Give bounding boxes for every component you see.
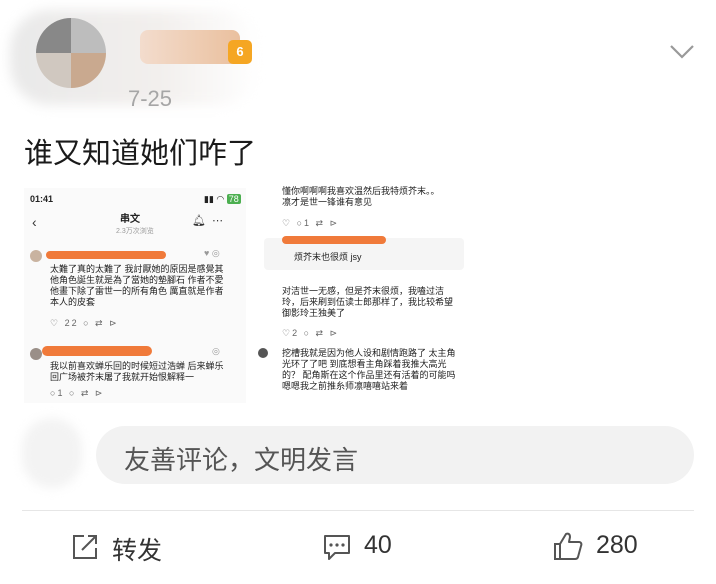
comment-count: 40	[364, 531, 392, 559]
avatar[interactable]	[36, 18, 106, 88]
heart-icon: ♥ ◎	[204, 248, 220, 258]
username-blurred[interactable]	[140, 30, 240, 64]
avatar	[30, 250, 42, 262]
comment-line: 回广场被芥末屠了我就开始恨解释一	[50, 372, 195, 382]
post-time: 7-25	[128, 86, 173, 111]
reply-count: 1	[304, 218, 312, 228]
avatar	[30, 348, 42, 360]
more-icon: ⋯	[212, 215, 223, 227]
status-icons: ▮▮ ◠ 78	[204, 194, 241, 204]
comment-line: 太難了真的太難了 我討厭她的原因是感覺其	[50, 264, 224, 274]
comment-placeholder: 友善评论，文明发言	[124, 445, 359, 475]
more-icon: ◎	[212, 346, 220, 356]
post-text: 谁又知道她们咋了	[24, 138, 257, 170]
repost-icon	[73, 535, 97, 559]
redaction-scribble	[282, 236, 386, 244]
comment-line: 挖槽我就是因为他人设和剧情跑路了 太主角	[282, 348, 456, 358]
back-icon: ‹	[32, 214, 37, 230]
comment-line: 他畫下除了雷世一的所有角色 厲直就是作者	[50, 286, 224, 296]
nav-title: 串文	[120, 214, 140, 225]
comment-line: 光环了了吧 到底想看主角踩着我推大高光	[282, 359, 447, 369]
like-count: 280	[596, 531, 638, 559]
comment-line: 的？ 配角斯在这个作品里还有活着的可能吗	[282, 370, 456, 380]
comment-actions: ♡ 22 ○ ⇄ ⊳	[50, 318, 119, 328]
comment-line: 对洁世一无感，但是芥末很烦，我嗑过洁	[282, 286, 445, 296]
chevron-down-icon[interactable]	[668, 40, 696, 62]
comment-line: 凛才是世一锋谁有意见	[282, 197, 373, 207]
avatar	[258, 348, 268, 358]
comment-line: 烦芥末也很烦 jsy	[294, 252, 362, 262]
redaction-scribble	[42, 346, 152, 356]
comment-actions: ♡ ○1 ⇄ ⊳	[282, 218, 340, 228]
like-count: 22	[64, 318, 79, 328]
level-badge: 6	[228, 40, 252, 64]
comment-line: 他角色誕生就是為了當她的墊腳石 作者不愛	[50, 275, 224, 285]
like-count: 2	[292, 328, 300, 338]
user-avatar-blurred	[22, 418, 82, 488]
comment-line: 玲，后来刷到伍读士郎那样了，我比较希望	[282, 297, 454, 307]
comment-line: 御影玲王独美了	[282, 308, 346, 318]
screenshot-image-left[interactable]: 01:41 ▮▮ ◠ 78 ‹ 串文 2.3万次浏览 🔔︎ ⋯ ♥ ◎ 太難了真…	[24, 188, 246, 403]
like-count: 1	[57, 388, 65, 398]
battery: 78	[226, 194, 241, 204]
comment-line: 懂你啊啊啊我喜欢温然后我特烦芥末。。	[282, 186, 440, 196]
bell-icon: 🔔︎	[192, 215, 206, 227]
comment-line: 我以前喜欢蝉乐回的时候短过浩蝉 后来蝉乐	[50, 361, 224, 371]
repost-label: 转发	[112, 537, 163, 565]
nav-subtitle: 2.3万次浏览	[116, 228, 154, 235]
comment-line: 本人的皮套	[50, 297, 96, 307]
comment-actions: ♡2 ○ ⇄ ⊳	[282, 328, 340, 338]
redaction-scribble	[46, 251, 166, 259]
status-time: 01:41	[30, 194, 54, 204]
thumbs-up-icon	[554, 532, 583, 560]
comment-icon	[324, 535, 350, 560]
comment-actions: ○1 ○ ⇄ ⊳	[50, 388, 105, 398]
comment-line: 嗯嗯我之前推糸师凛嘻嘻站来着	[282, 381, 409, 391]
footer-divider	[22, 510, 694, 511]
screenshot-image-right[interactable]: 懂你啊啊啊我喜欢温然后我特烦芥末。。 凛才是世一锋谁有意见 ♡ ○1 ⇄ ⊳ 烦…	[252, 182, 470, 407]
